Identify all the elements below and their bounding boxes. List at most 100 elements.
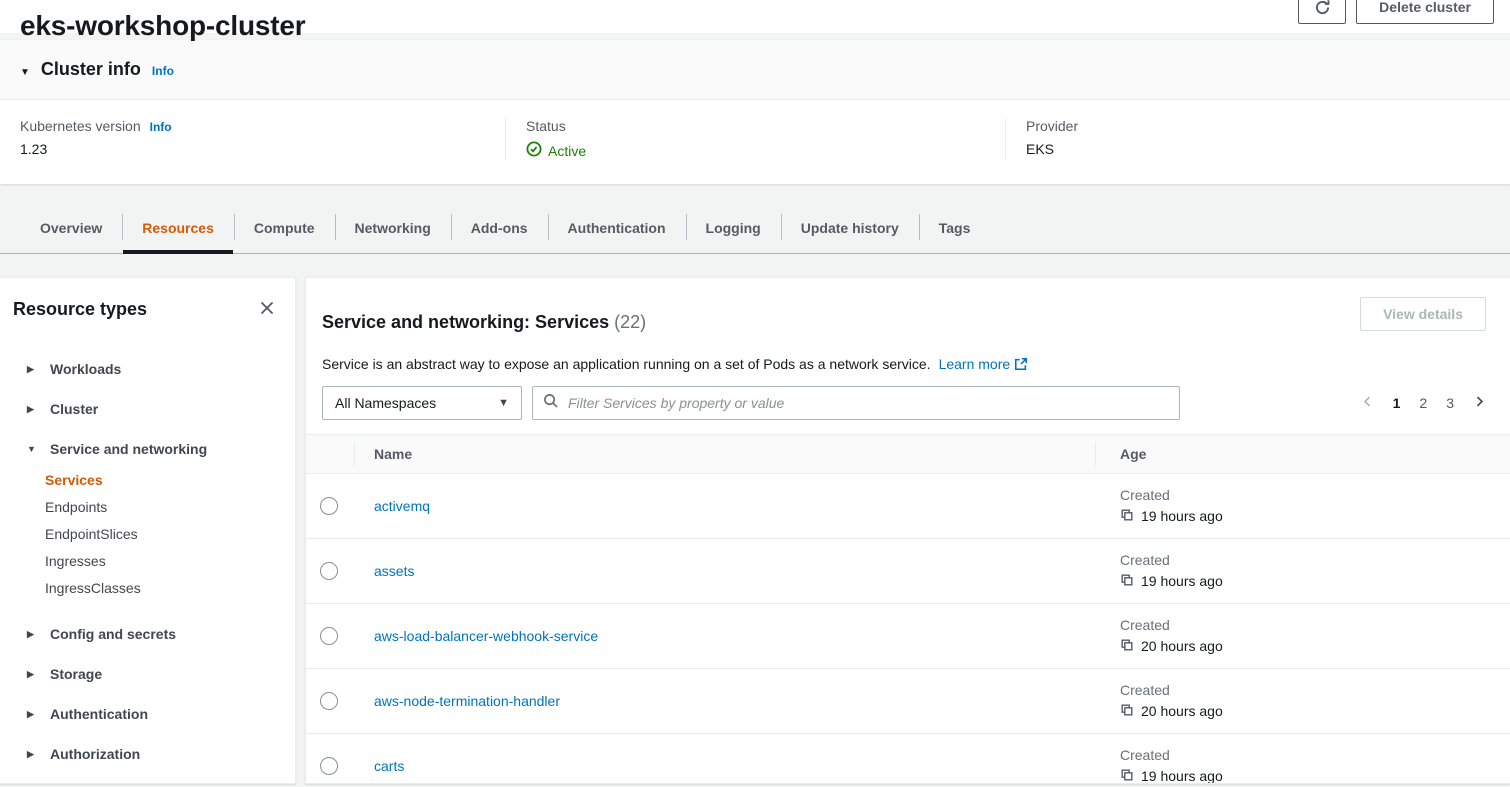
tree-subitem-endpoints[interactable]: Endpoints xyxy=(45,494,295,521)
refresh-button[interactable] xyxy=(1298,0,1346,24)
learn-more-label: Learn more xyxy=(939,356,1011,372)
service-link[interactable]: aws-load-balancer-webhook-service xyxy=(374,628,598,644)
kubernetes-version-label: Kubernetes version xyxy=(20,118,141,134)
cluster-info-body: Kubernetes version Info 1.23 Status Acti… xyxy=(0,100,1510,184)
content-area: Resource types ▶ Workloads ▶ Cluster ▼ S… xyxy=(0,277,1510,784)
page-2-button[interactable]: 2 xyxy=(1419,395,1427,411)
close-icon xyxy=(259,300,275,319)
service-link[interactable]: assets xyxy=(374,563,414,579)
tree-subitem-services[interactable]: Services xyxy=(45,467,295,494)
filter-row: All Namespaces ▼ 1 2 3 xyxy=(306,386,1510,420)
services-count: (22) xyxy=(614,312,646,332)
column-header-age: Age xyxy=(1095,446,1510,462)
tree-item-workloads[interactable]: ▶ Workloads xyxy=(0,349,295,389)
services-description: Service is an abstract way to expose an … xyxy=(306,356,1510,372)
namespace-select[interactable]: All Namespaces ▼ xyxy=(322,386,522,420)
row-radio-button[interactable] xyxy=(320,627,338,645)
caret-right-icon: ▶ xyxy=(27,749,37,760)
row-radio-button[interactable] xyxy=(320,562,338,580)
page-header: eks-workshop-cluster Delete cluster xyxy=(0,0,1510,33)
column-header-name: Name xyxy=(354,446,1095,462)
tree-item-label: Workloads xyxy=(50,361,121,377)
copy-icon xyxy=(1120,573,1134,590)
tree-item-label: Config and secrets xyxy=(50,626,176,642)
service-and-networking-children: Services Endpoints EndpointSlices Ingres… xyxy=(0,467,295,602)
tree-item-label: Cluster xyxy=(50,401,98,417)
tab-resources[interactable]: Resources xyxy=(122,201,234,253)
tab-update-history[interactable]: Update history xyxy=(781,201,919,253)
cluster-info-title: Cluster info xyxy=(41,59,141,80)
tab-authentication[interactable]: Authentication xyxy=(548,201,686,253)
service-link[interactable]: activemq xyxy=(374,498,430,514)
tab-networking[interactable]: Networking xyxy=(335,201,451,253)
row-radio-button[interactable] xyxy=(320,757,338,775)
refresh-icon xyxy=(1314,0,1331,16)
tree-item-service-and-networking[interactable]: ▼ Service and networking xyxy=(0,429,295,469)
cluster-info-info-link[interactable]: Info xyxy=(152,64,174,78)
search-input[interactable] xyxy=(566,394,1169,412)
copy-icon xyxy=(1120,768,1134,784)
search-icon xyxy=(543,393,558,413)
page-1-button[interactable]: 1 xyxy=(1393,395,1401,411)
age-value: 20 hours ago xyxy=(1141,638,1223,654)
services-description-text: Service is an abstract way to expose an … xyxy=(322,356,931,372)
tree-item-storage[interactable]: ▶ Storage xyxy=(0,654,295,694)
header-actions: Delete cluster xyxy=(1298,0,1494,24)
chevron-right-icon xyxy=(1473,395,1486,411)
caret-right-icon: ▶ xyxy=(27,364,37,375)
table-row: activemq Created 19 hours ago xyxy=(306,474,1510,539)
kubernetes-version-info-link[interactable]: Info xyxy=(150,120,172,134)
tab-bar: Overview Resources Compute Networking Ad… xyxy=(0,201,1510,254)
tree-item-cluster[interactable]: ▶ Cluster xyxy=(0,389,295,429)
service-link[interactable]: carts xyxy=(374,758,404,774)
delete-cluster-button[interactable]: Delete cluster xyxy=(1356,0,1494,24)
provider-field: Provider EKS xyxy=(1005,118,1510,160)
row-radio-button[interactable] xyxy=(320,497,338,515)
tab-compute[interactable]: Compute xyxy=(234,201,335,253)
learn-more-link[interactable]: Learn more xyxy=(939,356,1029,372)
tree-item-authentication[interactable]: ▶ Authentication xyxy=(0,694,295,734)
tree-subitem-ingressclasses[interactable]: IngressClasses xyxy=(45,575,295,602)
tree-item-config-and-secrets[interactable]: ▶ Config and secrets xyxy=(0,614,295,654)
tab-logging[interactable]: Logging xyxy=(686,201,781,253)
resource-types-tree: ▶ Workloads ▶ Cluster ▼ Service and netw… xyxy=(0,349,295,774)
cluster-info-panel: ▼ Cluster info Info Kubernetes version I… xyxy=(0,40,1510,184)
tab-tags[interactable]: Tags xyxy=(919,201,991,253)
search-box xyxy=(532,386,1180,420)
view-details-button[interactable]: View details xyxy=(1360,297,1486,331)
close-panel-button[interactable] xyxy=(257,298,277,321)
page-3-button[interactable]: 3 xyxy=(1446,395,1454,411)
created-label: Created xyxy=(1120,487,1510,503)
tree-item-label: Service and networking xyxy=(50,441,207,457)
tree-item-label: Authorization xyxy=(50,746,140,762)
row-radio-button[interactable] xyxy=(320,692,338,710)
tree-item-label: Storage xyxy=(50,666,102,682)
tree-item-authorization[interactable]: ▶ Authorization xyxy=(0,734,295,774)
age-value: 19 hours ago xyxy=(1141,768,1223,784)
status-value: Active xyxy=(548,143,586,159)
service-link[interactable]: aws-node-termination-handler xyxy=(374,693,560,709)
tree-subitem-endpointslices[interactable]: EndpointSlices xyxy=(45,521,295,548)
tree-item-label: Authentication xyxy=(50,706,148,722)
services-title-text: Service and networking: Services xyxy=(322,312,609,332)
copy-icon xyxy=(1120,508,1134,525)
pagination: 1 2 3 xyxy=(1361,395,1486,411)
tree-subitem-ingresses[interactable]: Ingresses xyxy=(45,548,295,575)
tab-overview[interactable]: Overview xyxy=(20,201,122,253)
created-label: Created xyxy=(1120,747,1510,763)
services-title: Service and networking: Services(22) xyxy=(322,312,646,333)
tab-add-ons[interactable]: Add-ons xyxy=(451,201,548,253)
resource-types-title: Resource types xyxy=(13,299,147,320)
created-label: Created xyxy=(1120,552,1510,568)
chevron-left-icon xyxy=(1361,395,1374,411)
table-row: aws-node-termination-handler Created 20 … xyxy=(306,669,1510,734)
dropdown-arrow-icon: ▼ xyxy=(498,397,509,409)
cluster-info-header[interactable]: ▼ Cluster info Info xyxy=(0,40,1510,100)
next-page-button[interactable] xyxy=(1473,395,1486,411)
previous-page-button[interactable] xyxy=(1361,395,1374,411)
section-expand-caret-icon[interactable]: ▼ xyxy=(20,67,30,78)
caret-right-icon: ▶ xyxy=(27,404,37,415)
copy-icon xyxy=(1120,703,1134,720)
namespace-select-value: All Namespaces xyxy=(335,395,436,411)
copy-icon xyxy=(1120,638,1134,655)
